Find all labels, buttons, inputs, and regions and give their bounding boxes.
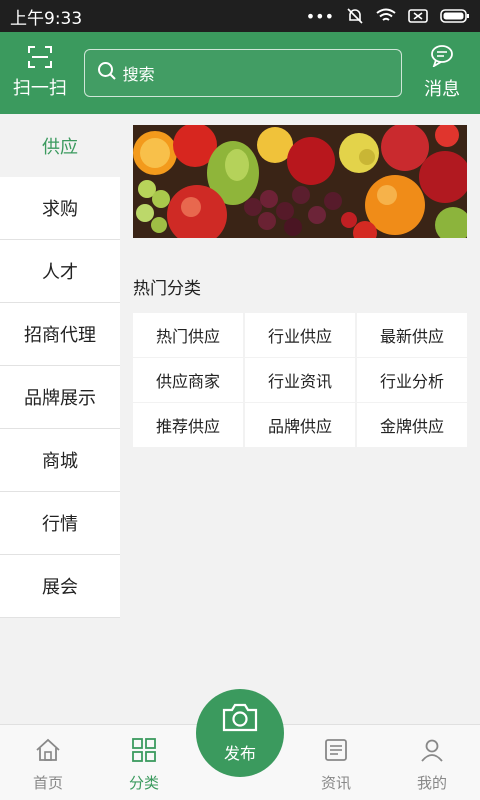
- nav-label: 首页: [32, 774, 63, 792]
- category-cell-latest-supply[interactable]: 最新供应: [357, 313, 467, 357]
- category-cell-hot-supply[interactable]: 热门供应: [133, 313, 243, 357]
- sim-off-icon: [408, 8, 428, 24]
- nav-profile[interactable]: 我的: [384, 725, 480, 800]
- search-input[interactable]: 搜索: [83, 49, 403, 97]
- nav-home[interactable]: 首页: [0, 725, 96, 800]
- search-placeholder: 搜索: [122, 65, 155, 84]
- status-time: 上午9:33: [10, 8, 83, 29]
- category-cell-industry-analysis[interactable]: 行业分析: [357, 358, 467, 402]
- sidebar-item-label: 行情: [42, 514, 78, 535]
- sidebar-item-supply[interactable]: 供应: [0, 114, 120, 177]
- sidebar-item-label: 人才: [42, 262, 78, 283]
- nav-label: 分类: [128, 774, 159, 792]
- sidebar-item-market[interactable]: 行情: [0, 492, 120, 555]
- sidebar-item-brand[interactable]: 品牌展示: [0, 366, 120, 429]
- nav-label: 我的: [416, 774, 447, 792]
- sidebar-item-expo[interactable]: 展会: [0, 555, 120, 618]
- grid-icon: [132, 738, 156, 766]
- nav-label: 资讯: [320, 774, 351, 792]
- news-icon: [324, 738, 348, 766]
- scan-icon: [27, 46, 52, 72]
- bottom-nav: 首页 分类 发布 资讯 我的: [0, 689, 480, 800]
- user-icon: [420, 738, 444, 766]
- chat-bubble-icon: [430, 45, 454, 71]
- category-cell-recommended-supply[interactable]: 推荐供应: [133, 403, 243, 447]
- category-cell-brand-supply[interactable]: 品牌供应: [245, 403, 355, 447]
- sidebar-item-talent[interactable]: 人才: [0, 240, 120, 303]
- sidebar-item-agency[interactable]: 招商代理: [0, 303, 120, 366]
- category-cell-gold-supply[interactable]: 金牌供应: [357, 403, 467, 447]
- sidebar-item-label: 商城: [42, 451, 78, 472]
- sidebar-item-label: 求购: [42, 199, 78, 220]
- publish-button[interactable]: 发布: [196, 689, 284, 777]
- category-content: 热门分类 热门供应 行业供应 最新供应 供应商家 行业资讯 行业分析 推荐供应 …: [133, 125, 467, 447]
- sidebar-item-label: 品牌展示: [24, 388, 96, 409]
- section-title: 热门分类: [133, 279, 201, 299]
- fruit-banner-image[interactable]: [133, 125, 467, 238]
- publish-label: 发布: [223, 744, 256, 763]
- sidebar-item-purchase[interactable]: 求购: [0, 177, 120, 240]
- top-bar: 扫一扫 搜索 消息: [0, 32, 480, 114]
- category-cell-industry-news[interactable]: 行业资讯: [245, 358, 355, 402]
- nav-publish-slot: 发布: [192, 689, 288, 800]
- nav-news[interactable]: 资讯: [288, 725, 384, 800]
- category-grid: 热门供应 行业供应 最新供应 供应商家 行业资讯 行业分析 推荐供应 品牌供应 …: [133, 313, 467, 447]
- bell-muted-icon: [346, 7, 364, 25]
- category-cell-industry-supply[interactable]: 行业供应: [245, 313, 355, 357]
- sidebar-item-mall[interactable]: 商城: [0, 429, 120, 492]
- home-icon: [35, 738, 61, 766]
- sidebar-item-label: 招商代理: [24, 325, 96, 346]
- wifi-icon: [376, 8, 396, 24]
- camera-icon: [222, 702, 258, 736]
- more-dots-icon: •••: [305, 6, 334, 26]
- sidebar-item-label: 展会: [42, 577, 78, 598]
- category-cell-suppliers[interactable]: 供应商家: [133, 358, 243, 402]
- status-bar: 上午9:33 •••: [0, 0, 480, 32]
- scan-label: 扫一扫: [12, 78, 67, 99]
- nav-category[interactable]: 分类: [96, 725, 192, 800]
- status-icons: •••: [306, 7, 470, 26]
- sidebar-item-label: 供应: [42, 136, 78, 158]
- search-icon: [97, 61, 117, 85]
- message-button[interactable]: 消息: [404, 32, 480, 114]
- message-label: 消息: [424, 79, 461, 100]
- category-sidebar: 供应 求购 人才 招商代理 品牌展示 商城 行情 展会: [0, 114, 120, 618]
- battery-icon: [440, 8, 470, 24]
- scan-button[interactable]: 扫一扫: [0, 32, 80, 114]
